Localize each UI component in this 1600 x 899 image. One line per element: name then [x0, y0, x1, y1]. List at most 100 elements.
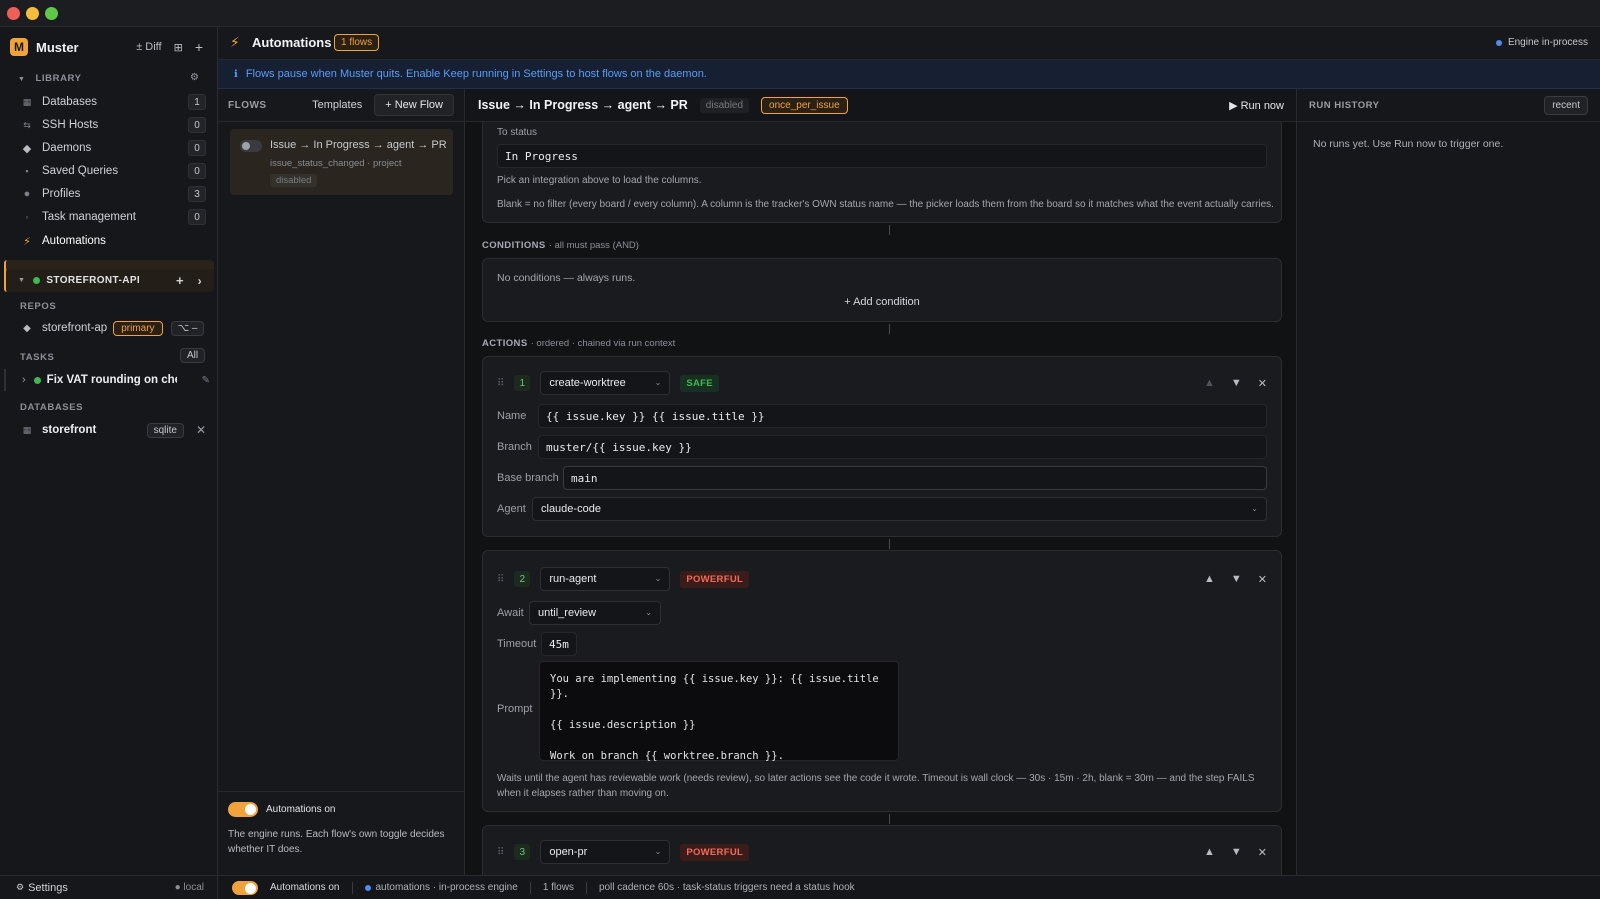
repo-action-button[interactable]: ⌥ – — [170, 320, 205, 336]
conditions-label: CONDITIONS — [482, 240, 546, 251]
to-status-input[interactable]: In Progress — [497, 144, 1267, 168]
sidebar-item-daemons[interactable]: ◆ Daemons 0 — [20, 137, 206, 159]
library-header[interactable]: ▼ LIBRARY — [18, 73, 82, 84]
move-down-icon[interactable]: ▼ — [1231, 573, 1242, 586]
tasks-header: TASKS — [20, 352, 55, 363]
sidebar-item-saved-queries[interactable]: ▪ Saved Queries 0 — [20, 160, 206, 182]
count-badge: 0 — [188, 117, 206, 133]
action-type-value: create-worktree — [549, 377, 626, 389]
maximize-window-button[interactable] — [45, 7, 58, 20]
count-badge: 3 — [188, 186, 206, 202]
chevron-down-icon: ⌄ — [645, 608, 652, 617]
chevron-down-icon: ⌄ — [654, 574, 662, 583]
name-label: Name — [497, 410, 527, 422]
chevron-right-icon[interactable]: › — [198, 274, 202, 288]
flow-toggle[interactable] — [240, 140, 262, 152]
db-type-badge: sqlite — [146, 422, 184, 438]
flows-count: 1 flows — [542, 882, 574, 893]
database-icon: ▦ — [22, 424, 32, 435]
close-icon[interactable]: ✕ — [196, 423, 206, 437]
name-value: {{ issue.key }} {{ issue.title }} — [546, 409, 765, 423]
sidebar-item-databases[interactable]: ▦ Databases 1 — [20, 91, 206, 113]
tasks-filter-button[interactable]: All — [180, 348, 206, 363]
history-filter-button[interactable]: recent — [1544, 95, 1588, 115]
drag-handle-icon[interactable]: ⠿ — [497, 574, 504, 585]
base-branch-input[interactable]: main — [563, 466, 1267, 490]
prompt-textarea[interactable]: You are implementing {{ issue.key }}: {{… — [539, 661, 899, 762]
sidebar-item-profiles[interactable]: ● Profiles 3 — [20, 183, 206, 205]
gear-icon[interactable]: ⚙ — [190, 72, 199, 83]
task-name: Fix VAT rounding on check — [46, 374, 177, 386]
poll-info: poll cadence 60s · task-status triggers … — [598, 882, 855, 893]
task-item[interactable]: › Fix VAT rounding on check ✎ — [4, 369, 210, 391]
prompt-line: You are implementing {{ issue.key }}: {{… — [550, 673, 879, 700]
delete-step-icon[interactable]: ✕ — [1258, 573, 1267, 586]
sidebar-item-task-management[interactable]: ◦ Task management 0 — [20, 206, 206, 228]
drag-handle-icon[interactable]: ⠿ — [497, 378, 504, 389]
actions-label: ACTIONS — [482, 338, 528, 349]
grid-icon[interactable]: ⊞ — [174, 41, 183, 54]
run-mode-badge[interactable]: once_per_issue — [761, 96, 848, 114]
count-badge: 0 — [188, 163, 206, 179]
automations-toggle[interactable] — [228, 802, 258, 817]
brand: M Muster — [10, 37, 79, 57]
sidebar-item-ssh-hosts[interactable]: ⇆ SSH Hosts 0 — [20, 114, 206, 136]
add-icon[interactable]: + — [176, 273, 184, 288]
app-name: Muster — [36, 39, 79, 55]
automations-toggle[interactable] — [232, 880, 258, 895]
repo-item[interactable]: ◆ storefront-ap primary ⌥ – — [20, 317, 206, 339]
timeout-field-row: Timeout 45m — [497, 632, 577, 656]
agent-label: Agent — [497, 503, 526, 515]
move-down-icon[interactable]: ▼ — [1231, 377, 1242, 390]
chevron-right-icon: › — [22, 374, 26, 386]
move-up-icon[interactable]: ▲ — [1204, 573, 1215, 586]
primary-badge: primary — [113, 320, 163, 336]
agent-select[interactable]: claude-code ⌄ — [532, 497, 1267, 521]
task-icon: ◦ — [25, 212, 29, 222]
flow-list-item[interactable]: Issue → In Progress → agent → PR issue_s… — [230, 129, 453, 195]
status-toggle-label: Automations on — [270, 882, 340, 893]
drag-handle-icon[interactable]: ⠿ — [497, 847, 504, 858]
await-select[interactable]: until_review ⌄ — [529, 601, 661, 625]
add-condition-button[interactable]: + Add condition — [483, 296, 1281, 308]
add-icon[interactable]: + — [195, 39, 203, 55]
flow-title: Issue → In Progress → agent → PR — [478, 98, 688, 112]
move-down-icon[interactable]: ▼ — [1231, 846, 1242, 859]
sidebar-item-automations[interactable]: ⚡ Automations — [20, 230, 206, 252]
flows-panel: FLOWS Templates + New Flow Issue → In Pr… — [218, 89, 465, 875]
minimize-window-button[interactable] — [26, 7, 39, 20]
run-now-button[interactable]: ▶ Run now — [1229, 99, 1284, 112]
action-step-2: ⠿ 2 run-agent ⌄ POWERFUL ▲ ▼ ✕ Await unti… — [482, 550, 1282, 812]
action-type-select[interactable]: open-pr ⌄ — [540, 840, 671, 864]
step-number: 3 — [514, 844, 531, 860]
delete-step-icon[interactable]: ✕ — [1258, 377, 1267, 390]
automations-toggle-label: Automations on — [266, 804, 336, 815]
name-input[interactable]: {{ issue.key }} {{ issue.title }} — [538, 404, 1267, 428]
new-flow-button[interactable]: + New Flow — [374, 94, 454, 116]
flow-status-badge: disabled — [270, 174, 318, 187]
diff-button[interactable]: ± Diff — [136, 41, 161, 53]
move-up-icon[interactable]: ▲ — [1204, 377, 1215, 390]
action-type-select[interactable]: run-agent ⌄ — [540, 567, 671, 591]
step-note: Waits until the agent has reviewable wor… — [497, 773, 1255, 799]
status-bar: Automations on automations · in-process … — [218, 875, 1600, 899]
database-item[interactable]: ▦ storefront sqlite ✕ — [20, 419, 206, 441]
branch-input[interactable]: muster/{{ issue.key }} — [538, 435, 1267, 459]
templates-tab[interactable]: Templates — [312, 99, 362, 111]
agent-value: claude-code — [541, 503, 601, 515]
action-type-select[interactable]: create-worktree ⌄ — [540, 371, 671, 395]
chevron-down-icon: ⌄ — [654, 378, 662, 387]
move-up-icon[interactable]: ▲ — [1204, 846, 1215, 859]
engine-dot-icon — [364, 884, 371, 891]
settings-link[interactable]: Settings — [28, 882, 68, 894]
chevron-down-icon: ⌄ — [1251, 504, 1258, 513]
prompt-line: Work on branch {{ worktree.branch }}. — [550, 750, 784, 762]
timeout-label: Timeout — [497, 638, 537, 650]
close-window-button[interactable] — [7, 7, 20, 20]
collapse-icon: ▼ — [18, 277, 26, 284]
timeout-input[interactable]: 45m — [541, 632, 577, 656]
project-header[interactable]: ▼ STOREFRONT-API + › — [4, 269, 214, 292]
delete-step-icon[interactable]: ✕ — [1258, 846, 1267, 859]
profile-icon: ● — [23, 188, 31, 200]
edit-icon[interactable]: ✎ — [202, 375, 210, 386]
